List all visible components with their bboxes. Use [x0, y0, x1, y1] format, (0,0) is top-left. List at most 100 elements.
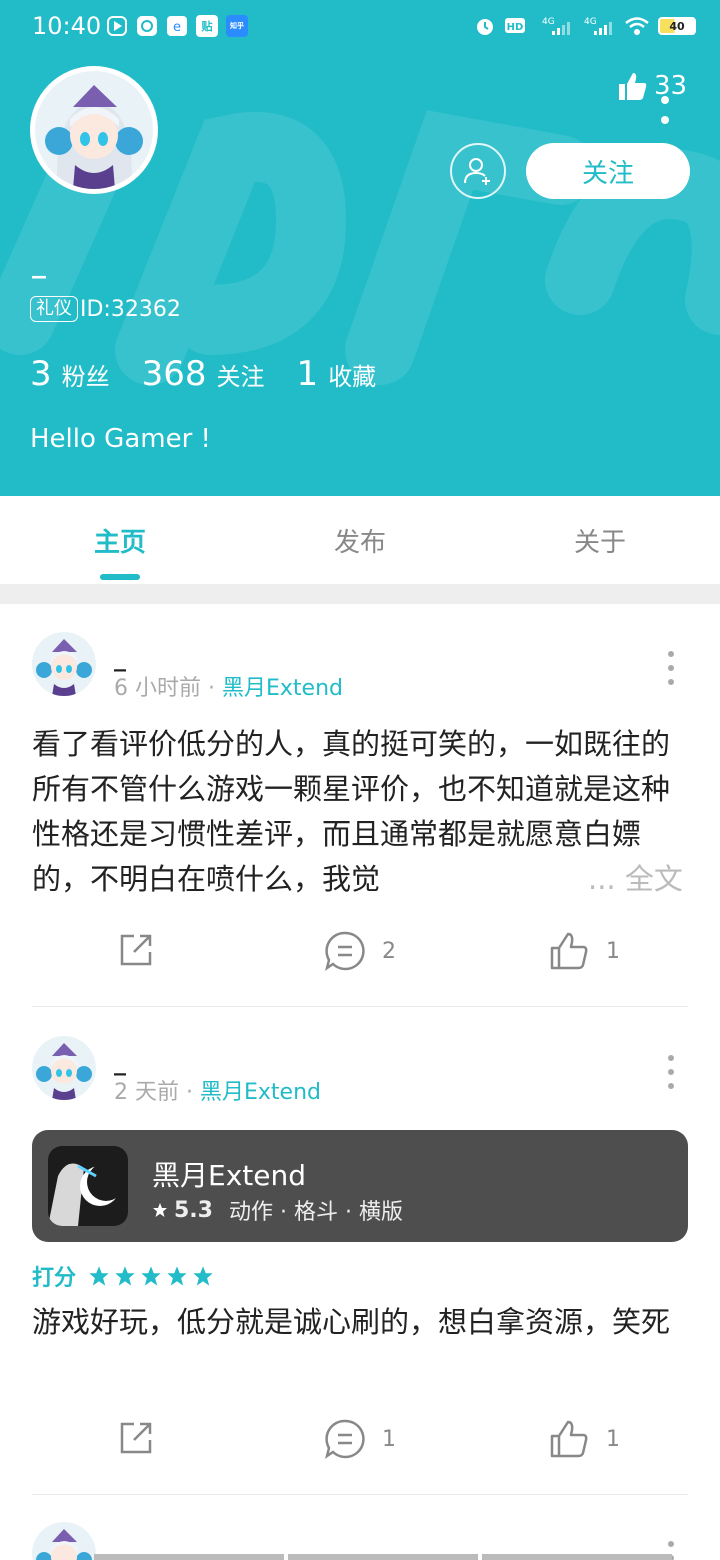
star-icon — [115, 1266, 135, 1286]
thumbs-up-icon — [550, 1420, 588, 1458]
post-meta: 2 天前 · 黑月Extend — [114, 1074, 321, 1106]
share-icon — [120, 1422, 152, 1454]
post-author-avatar[interactable] — [32, 632, 96, 696]
game-rating: 5.3 — [174, 1197, 213, 1223]
game-info: 5.3 动作 · 格斗 · 横版 — [152, 1194, 403, 1226]
zhihu-icon: 知乎 — [226, 15, 248, 37]
feed-post[interactable]: _ — [32, 1522, 688, 1560]
tab-posts[interactable]: 发布 — [240, 522, 480, 559]
profile-avatar[interactable] — [30, 66, 158, 194]
profile-header: 10:40 e 贴 知乎 HD 4G 4G 40 33 关注 _ 礼仪 ID:3… — [0, 0, 720, 496]
svg-text:4G: 4G — [584, 17, 597, 27]
post-game-link[interactable]: 黑月Extend — [222, 676, 343, 701]
alarm-icon — [477, 19, 493, 35]
favorites-label[interactable]: 收藏 — [328, 357, 376, 392]
add-friend-button[interactable] — [450, 143, 506, 199]
profile-id: ID:32362 — [80, 296, 181, 322]
comment-icon — [325, 931, 365, 971]
feed-post[interactable]: _ 2 天前 · 黑月Extend 黑月Extend 5.3 动作 · 格斗 ·… — [32, 1036, 688, 1496]
id-badge: 礼仪 — [30, 296, 78, 322]
post-action-bar: 2 1 — [32, 930, 688, 974]
play-icon — [107, 16, 127, 36]
following-label[interactable]: 关注 — [217, 357, 265, 392]
read-more-link[interactable]: ... 全文 — [584, 857, 683, 902]
post-text: 看了看评价低分的人，真的挺可笑的，一如既往的所有不管什么游戏一颗星评价，也不知道… — [32, 727, 671, 896]
game-tags: 动作 · 格斗 · 横版 — [228, 1200, 403, 1225]
follow-button[interactable]: 关注 — [526, 143, 690, 199]
profile-bio: Hello Gamer ! — [30, 424, 211, 454]
post-separator — [32, 1494, 688, 1495]
thumbs-up-icon — [619, 73, 647, 100]
avatar-illustration — [32, 1522, 96, 1560]
game-icon — [48, 1146, 128, 1226]
score-label: 打分 — [32, 1266, 77, 1291]
like-button[interactable]: 1 — [548, 930, 620, 972]
hd-icon: HD — [505, 18, 525, 33]
message-icon — [137, 16, 157, 36]
following-count[interactable]: 368 — [142, 354, 207, 394]
tieba-icon: 贴 — [196, 15, 218, 37]
profile-id-row: 礼仪 ID:32362 — [30, 296, 181, 322]
more-options-icon[interactable] — [666, 1054, 676, 1090]
like-count-text: 33 — [654, 71, 688, 101]
favorites-count[interactable]: 1 — [297, 354, 319, 394]
post-game-link[interactable]: 黑月Extend — [200, 1080, 321, 1105]
post-author-name[interactable]: _ — [114, 1048, 126, 1076]
game-cover-art — [48, 1146, 128, 1226]
post-author-avatar[interactable] — [32, 1522, 96, 1560]
total-likes: 33 — [616, 70, 687, 102]
svg-text:HD: HD — [507, 22, 524, 33]
more-options-icon[interactable] — [660, 92, 670, 128]
image-thumb — [94, 1554, 284, 1560]
add-user-icon — [464, 158, 490, 185]
signal-4g-icon: 4G — [584, 17, 612, 35]
share-button[interactable] — [116, 1418, 156, 1458]
star-icon — [167, 1266, 187, 1286]
post-author-name[interactable]: _ — [114, 644, 126, 672]
like-button[interactable]: 1 — [548, 1418, 620, 1460]
share-icon — [120, 934, 152, 966]
comment-count: 1 — [382, 1426, 396, 1452]
svg-text:e: e — [173, 20, 181, 35]
profile-tabs: 主页 发布 关于 — [0, 496, 720, 584]
post-action-bar: 1 1 — [32, 1418, 688, 1462]
comment-button[interactable]: 1 — [324, 1418, 396, 1460]
post-body[interactable]: 游戏好玩，低分就是诚心刷的，想白拿资源，笑死 — [32, 1300, 688, 1345]
post-time: 6 小时前 — [114, 676, 201, 701]
avatar-illustration — [32, 632, 96, 696]
like-count: 1 — [606, 938, 620, 964]
battery-icon: 40 — [658, 17, 696, 35]
post-author-avatar[interactable] — [32, 1036, 96, 1100]
status-time: 10:40 — [32, 12, 102, 40]
section-divider — [0, 584, 720, 604]
score-row: 打分 — [32, 1260, 214, 1292]
feed-post[interactable]: _ 6 小时前 · 黑月Extend 看了看评价低分的人，真的挺可笑的，一如既往… — [32, 632, 688, 1012]
game-card[interactable]: 黑月Extend 5.3 动作 · 格斗 · 横版 — [32, 1130, 688, 1242]
image-thumb — [288, 1554, 478, 1560]
star-icon — [89, 1266, 109, 1286]
post-meta: 6 小时前 · 黑月Extend — [114, 670, 343, 702]
fans-label[interactable]: 粉丝 — [62, 357, 110, 392]
signal-4g-icon: 4G — [542, 17, 570, 35]
post-separator — [32, 1006, 688, 1007]
svg-text:4G: 4G — [542, 17, 555, 27]
comment-button[interactable]: 2 — [324, 930, 396, 972]
tab-home[interactable]: 主页 — [0, 522, 240, 559]
more-options-icon[interactable] — [666, 650, 676, 686]
share-button[interactable] — [116, 930, 156, 970]
like-count: 1 — [606, 1426, 620, 1452]
wifi-icon — [625, 17, 649, 35]
post-time: 2 天前 — [114, 1080, 179, 1105]
profile-username: _ — [32, 246, 46, 279]
post-text: 游戏好玩，低分就是诚心刷的，想白拿资源，笑死 — [32, 1305, 671, 1339]
profile-stats: 3 粉丝 368 关注 1 收藏 — [30, 354, 408, 394]
meta-dot: · — [208, 676, 215, 701]
browser-icon: e — [167, 16, 187, 36]
star-icon — [141, 1266, 161, 1286]
image-strip-preview — [94, 1554, 672, 1560]
fans-count[interactable]: 3 — [30, 354, 52, 394]
avatar-illustration — [32, 1036, 96, 1100]
tab-about[interactable]: 关于 — [480, 522, 720, 559]
active-tab-indicator — [100, 574, 140, 580]
avatar-illustration — [35, 71, 153, 189]
